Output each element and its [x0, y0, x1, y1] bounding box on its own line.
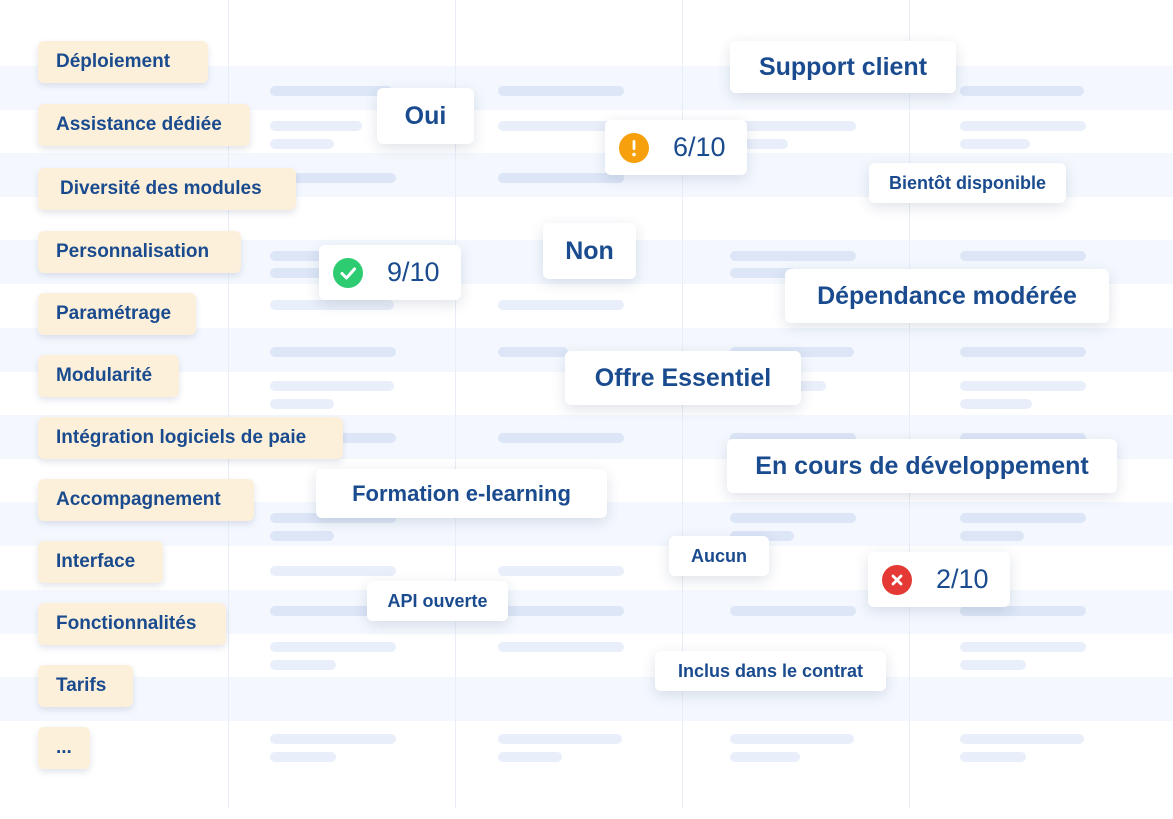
score-value: 9/10: [387, 257, 440, 287]
warning-icon: [619, 132, 649, 163]
value-card: Formation e-learning: [316, 469, 607, 518]
criterion-label: Déploiement: [38, 41, 208, 83]
close-icon: [882, 564, 912, 595]
placeholder-bar: [730, 606, 856, 616]
score-card-warning: 6/10: [605, 120, 747, 175]
placeholder-bar: [270, 381, 394, 391]
value-card: Bientôt disponible: [869, 163, 1066, 203]
placeholder-bar: [270, 300, 394, 310]
column-divider: [909, 0, 910, 808]
placeholder-bar: [960, 381, 1086, 391]
criterion-label: Tarifs: [38, 665, 133, 707]
placeholder-bar: [498, 433, 624, 443]
placeholder-bar: [960, 606, 1086, 616]
placeholder-bar: [498, 752, 562, 762]
placeholder-bar: [498, 642, 624, 652]
placeholder-bar: [730, 752, 800, 762]
check-icon: [333, 257, 363, 288]
placeholder-bar: [270, 660, 336, 670]
value-card: Oui: [377, 88, 474, 144]
placeholder-bar: [270, 347, 396, 357]
value-card: API ouverte: [367, 581, 508, 621]
placeholder-bar: [270, 139, 334, 149]
placeholder-bar: [960, 513, 1086, 523]
row-band: [0, 677, 1173, 721]
placeholder-bar: [960, 399, 1032, 409]
criterion-label: Personnalisation: [38, 231, 241, 273]
placeholder-bar: [960, 86, 1084, 96]
value-card: Aucun: [669, 536, 769, 576]
score-card-success: 9/10: [319, 245, 461, 300]
placeholder-bar: [960, 734, 1084, 744]
criterion-label: Assistance dédiée: [38, 104, 250, 146]
placeholder-bar: [270, 531, 334, 541]
value-card: Inclus dans le contrat: [655, 651, 886, 691]
comparison-table-background: Déploiement Assistance dédiée Diversité …: [0, 0, 1173, 819]
criterion-label: Modularité: [38, 355, 179, 397]
value-card: En cours de développement: [727, 439, 1117, 493]
criterion-label: Paramétrage: [38, 293, 196, 335]
placeholder-bar: [960, 347, 1086, 357]
criterion-label: Diversité des modules: [38, 168, 296, 210]
placeholder-bar: [960, 531, 1024, 541]
placeholder-bar: [270, 734, 396, 744]
value-card: Dépendance modérée: [785, 269, 1109, 323]
placeholder-bar: [960, 660, 1026, 670]
placeholder-bar: [270, 566, 396, 576]
placeholder-bar: [730, 251, 856, 261]
placeholder-bar: [270, 121, 362, 131]
placeholder-bar: [270, 752, 336, 762]
score-value: 2/10: [936, 564, 989, 594]
criterion-label: Fonctionnalités: [38, 603, 226, 645]
placeholder-bar: [270, 399, 334, 409]
placeholder-bar: [960, 139, 1030, 149]
criterion-label: Intégration logiciels de paie: [38, 417, 343, 459]
placeholder-bar: [730, 121, 856, 131]
placeholder-bar: [498, 734, 622, 744]
placeholder-bar: [960, 121, 1086, 131]
placeholder-bar: [960, 251, 1086, 261]
placeholder-bar: [730, 513, 856, 523]
value-card: Non: [543, 223, 636, 279]
score-card-error: 2/10: [868, 552, 1010, 607]
score-value: 6/10: [673, 132, 726, 162]
placeholder-bar: [498, 173, 624, 183]
placeholder-bar: [270, 642, 396, 652]
placeholder-bar: [498, 300, 624, 310]
value-card: Support client: [730, 41, 956, 93]
placeholder-bar: [730, 734, 854, 744]
placeholder-bar: [960, 642, 1086, 652]
placeholder-bar: [270, 86, 392, 96]
placeholder-bar: [498, 606, 624, 616]
criterion-label: Interface: [38, 541, 163, 583]
criterion-label: ...: [38, 727, 90, 769]
placeholder-bar: [960, 752, 1026, 762]
value-card: Offre Essentiel: [565, 351, 801, 405]
placeholder-bar: [498, 347, 568, 357]
placeholder-bar: [498, 566, 624, 576]
criterion-label: Accompagnement: [38, 479, 254, 521]
placeholder-bar: [498, 86, 624, 96]
